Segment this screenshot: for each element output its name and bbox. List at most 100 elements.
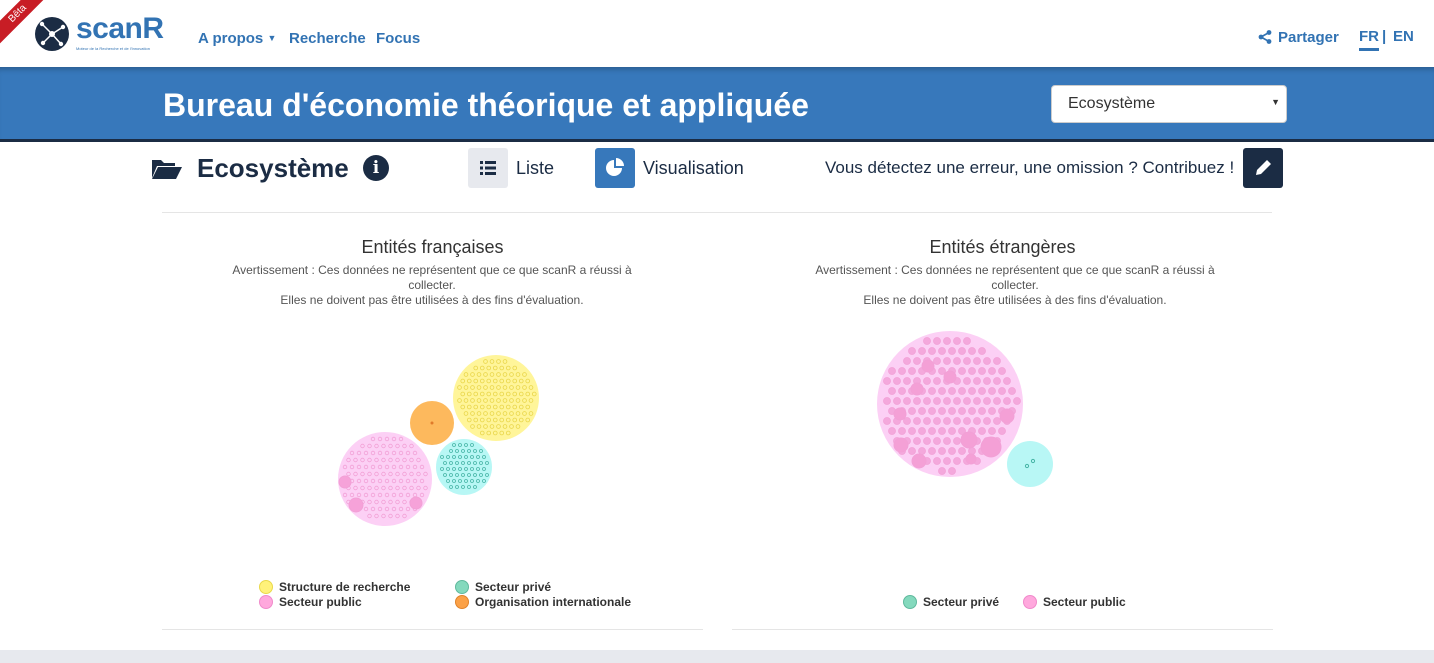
bubble-foreign-public-entity[interactable]: [938, 447, 946, 455]
bubble-foreign-public-entity[interactable]: [973, 377, 981, 385]
bubble-foreign-public-entity[interactable]: [933, 357, 941, 365]
bubble-foreign-public-entity[interactable]: [1013, 397, 1021, 405]
bubble-foreign-public-entity[interactable]: [953, 437, 961, 445]
nav-focus[interactable]: Focus: [376, 30, 420, 47]
bubble-foreign-public-entity[interactable]: [973, 417, 981, 425]
bubble-foreign-public-entity[interactable]: [965, 453, 977, 465]
legend-item-public[interactable]: Secteur public: [259, 595, 362, 609]
bubble-foreign-public-entity[interactable]: [883, 417, 891, 425]
bubble-foreign-public-entity[interactable]: [983, 397, 991, 405]
list-view-button[interactable]: [468, 148, 508, 188]
bubble-foreign-public-entity[interactable]: [968, 407, 976, 415]
bubble-foreign-public-entity[interactable]: [978, 367, 986, 375]
bubble-foreign-public-entity[interactable]: [933, 417, 941, 425]
bubble-foreign-public-entity[interactable]: [898, 427, 906, 435]
bubble-foreign-public-entity[interactable]: [948, 387, 956, 395]
bubble-foreign-public-entity[interactable]: [918, 407, 926, 415]
bubble-foreign-public-entity[interactable]: [908, 347, 916, 355]
nav-recherche[interactable]: Recherche: [289, 30, 366, 47]
bubble-foreign-public-entity[interactable]: [943, 397, 951, 405]
bubble-foreign-public-entity[interactable]: [968, 387, 976, 395]
bubble-foreign-public-entity[interactable]: [993, 397, 1001, 405]
bubble-foreign-public-entity[interactable]: [933, 397, 941, 405]
bubble-foreign-public-entity[interactable]: [938, 427, 946, 435]
bubble-foreign-public-entity[interactable]: [888, 387, 896, 395]
bubble-foreign-public-entity[interactable]: [968, 447, 976, 455]
bubble-foreign-public-entity[interactable]: [923, 397, 931, 405]
bubble-foreign-public-entity[interactable]: [943, 357, 951, 365]
bubble-international-entity[interactable]: [430, 421, 434, 425]
bubble-foreign-public-entity[interactable]: [888, 427, 896, 435]
bubble-foreign-public-entity[interactable]: [968, 367, 976, 375]
bubble-foreign-public-entity[interactable]: [948, 447, 956, 455]
bubble-foreign-public-entity[interactable]: [958, 347, 966, 355]
bubble-foreign-public-entity[interactable]: [923, 417, 931, 425]
bubble-foreign-public-entity[interactable]: [978, 407, 986, 415]
bubble-foreign-public-entity[interactable]: [958, 407, 966, 415]
bubble-foreign-public-entity[interactable]: [923, 437, 931, 445]
bubble-foreign-public-entity[interactable]: [948, 427, 956, 435]
bubble-foreign-public-entity[interactable]: [938, 407, 946, 415]
legend-item-international[interactable]: Organisation internationale: [455, 595, 631, 609]
bubble-foreign-public-entity[interactable]: [893, 397, 901, 405]
bubble-foreign-public-entity[interactable]: [938, 347, 946, 355]
bubble-foreign-public-entity[interactable]: [908, 447, 916, 455]
bubble-foreign-public-entity[interactable]: [953, 417, 961, 425]
bubble-foreign-public-entity[interactable]: [948, 347, 956, 355]
bubble-foreign-public-entity[interactable]: [953, 337, 961, 345]
bubble-foreign-public-entity[interactable]: [923, 337, 931, 345]
bubble-foreign-public-entity[interactable]: [960, 431, 978, 449]
bubble-foreign-public-entity[interactable]: [903, 377, 911, 385]
bubble-public-entity[interactable]: [409, 496, 423, 510]
bubble-foreign-public-entity[interactable]: [898, 367, 906, 375]
bubble-foreign-public-entity[interactable]: [958, 447, 966, 455]
bubble-foreign-public-entity[interactable]: [923, 377, 931, 385]
bubble-foreign-public-entity[interactable]: [973, 357, 981, 365]
bubble-foreign-public-entity[interactable]: [933, 337, 941, 345]
bubble-foreign-public-entity[interactable]: [883, 377, 891, 385]
lang-fr[interactable]: FR: [1359, 28, 1379, 51]
bubble-foreign-public-entity[interactable]: [998, 427, 1006, 435]
bubble-foreign-public-entity[interactable]: [953, 357, 961, 365]
bubble-foreign-public-entity[interactable]: [958, 367, 966, 375]
bubble-foreign-public-entity[interactable]: [993, 377, 1001, 385]
bubble-foreign-public-entity[interactable]: [888, 367, 896, 375]
visualisation-label[interactable]: Visualisation: [643, 158, 744, 179]
bubble-chart-foreign[interactable]: [732, 213, 1273, 630]
bubble-foreign-public-entity[interactable]: [933, 457, 941, 465]
bubble-foreign-public-entity[interactable]: [918, 427, 926, 435]
bubble-foreign-public-entity[interactable]: [1003, 377, 1011, 385]
bubble-foreign-public-entity[interactable]: [983, 377, 991, 385]
legend-item-research[interactable]: Structure de recherche: [259, 580, 410, 594]
bubble-foreign-public-entity[interactable]: [918, 447, 926, 455]
bubble-foreign-public-entity[interactable]: [943, 370, 957, 384]
bubble-foreign-public-entity[interactable]: [911, 453, 927, 469]
bubble-foreign-public-entity[interactable]: [978, 387, 986, 395]
bubble-foreign-public-entity[interactable]: [963, 377, 971, 385]
bubble-foreign-public-entity[interactable]: [938, 467, 946, 475]
bubble-foreign-public-entity[interactable]: [988, 407, 996, 415]
bubble-foreign-public-entity[interactable]: [943, 437, 951, 445]
bubble-foreign-private-sector[interactable]: [1007, 441, 1053, 487]
bubble-foreign-public-entity[interactable]: [913, 417, 921, 425]
bubble-foreign-public-entity[interactable]: [928, 387, 936, 395]
bubble-research-structure[interactable]: [453, 355, 539, 441]
contribute-button[interactable]: [1243, 148, 1283, 188]
bubble-foreign-public-entity[interactable]: [963, 397, 971, 405]
bubble-foreign-public-entity[interactable]: [948, 407, 956, 415]
nav-apropos[interactable]: A propos ▼: [198, 30, 276, 47]
section-select[interactable]: Ecosystème ▼: [1051, 85, 1287, 123]
bubble-foreign-public-entity[interactable]: [988, 367, 996, 375]
bubble-foreign-public-entity[interactable]: [993, 357, 1001, 365]
bubble-foreign-public-entity[interactable]: [908, 427, 916, 435]
bubble-foreign-public-entity[interactable]: [983, 417, 991, 425]
bubble-foreign-public-entity[interactable]: [958, 387, 966, 395]
bubble-foreign-public-entity[interactable]: [898, 387, 906, 395]
legend-item-foreign-public[interactable]: Secteur public: [1023, 595, 1126, 609]
bubble-foreign-public-entity[interactable]: [998, 387, 1006, 395]
bubble-foreign-public-entity[interactable]: [913, 357, 921, 365]
bubble-foreign-public-entity[interactable]: [983, 357, 991, 365]
bubble-foreign-public-entity[interactable]: [938, 387, 946, 395]
bubble-foreign-public-entity[interactable]: [928, 447, 936, 455]
bubble-foreign-public-entity[interactable]: [1008, 387, 1016, 395]
